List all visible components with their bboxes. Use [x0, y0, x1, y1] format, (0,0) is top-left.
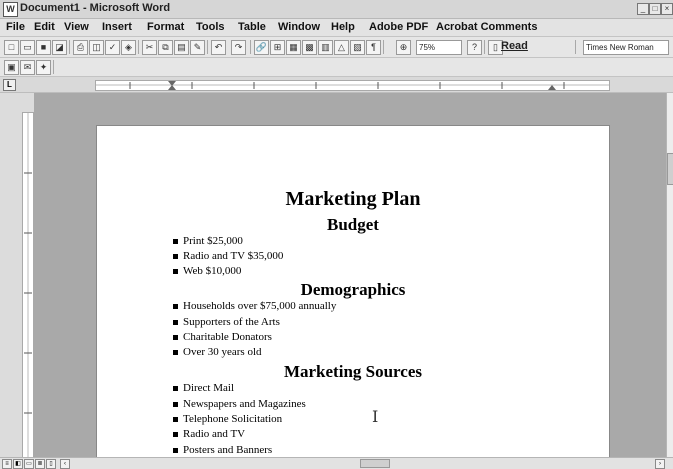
bullet-icon: [173, 303, 178, 309]
format-painter-icon[interactable]: ✎: [190, 40, 205, 55]
text-cursor-icon: I: [372, 407, 379, 426]
list-item: Radio and TV: [173, 428, 245, 440]
list-item: Households over $75,000 annually: [173, 300, 336, 312]
standard-toolbar: □ ▭ ■ ◪ ⎙ ◫ ✓ ◈ ✂ ⧉ ▤ ✎ ↶ ↷ 🔗 ⊞ ▦ ▩ ▥ △ …: [0, 37, 673, 58]
convert-and-review-icon[interactable]: ✦: [36, 60, 51, 75]
menu-adobe-pdf[interactable]: Adobe PDF: [369, 21, 428, 33]
columns-icon[interactable]: ▥: [318, 40, 333, 55]
toolbar-separator: [383, 40, 384, 54]
font-name-select[interactable]: Times New Roman: [583, 40, 669, 55]
toolbar-separator: [575, 40, 576, 54]
horizontal-ruler[interactable]: [95, 80, 610, 91]
list-item: Radio and TV $35,000: [173, 250, 283, 262]
vertical-scroll-thumb[interactable]: [667, 153, 673, 185]
bullet-icon: [173, 431, 178, 437]
menu-insert[interactable]: Insert: [102, 21, 132, 33]
window-title: Document1 - Microsoft Word: [20, 2, 171, 14]
toolbar-separator: [250, 40, 251, 54]
acrobat-toolbar: ▣ ✉ ✦: [0, 58, 673, 77]
save-disk-icon[interactable]: ■: [36, 40, 51, 55]
vertical-scrollbar[interactable]: [666, 93, 673, 457]
toolbar-separator: [207, 40, 208, 54]
toolbar-separator: [69, 40, 70, 54]
menu-file[interactable]: File: [6, 21, 25, 33]
permission-icon[interactable]: ◪: [52, 40, 67, 55]
horizontal-scroll-thumb[interactable]: [360, 459, 390, 468]
bullet-icon: [173, 253, 178, 259]
ruler-ticks: [96, 81, 609, 90]
list-item: Over 30 years old: [173, 346, 262, 358]
document-title: Marketing Plan: [285, 188, 421, 210]
tab-selector[interactable]: L: [3, 79, 16, 91]
list-item: Web $10,000: [173, 265, 241, 277]
spelling-icon[interactable]: ✓: [105, 40, 120, 55]
list-item: Telephone Solicitation: [173, 413, 282, 425]
bullet-icon: [173, 416, 178, 422]
hyperlink-icon[interactable]: 🔗: [254, 40, 269, 55]
excel-worksheet-icon[interactable]: ▩: [302, 40, 317, 55]
bullet-icon: [173, 349, 178, 355]
menu-window[interactable]: Window: [278, 21, 320, 33]
menu-bar: File Edit View Insert Format Tools Table…: [0, 19, 673, 37]
drawing-icon[interactable]: △: [334, 40, 349, 55]
section-heading-budget: Budget: [327, 215, 379, 234]
word-doc-icon[interactable]: W: [3, 2, 18, 17]
cut-icon[interactable]: ✂: [142, 40, 157, 55]
toolbar-separator: [53, 60, 54, 74]
menu-tools[interactable]: Tools: [196, 21, 225, 33]
print-icon[interactable]: ⎙: [73, 40, 88, 55]
toolbar-separator: [138, 40, 139, 54]
list-item: Charitable Donators: [173, 331, 272, 343]
section-heading-marketing-sources: Marketing Sources: [283, 362, 423, 381]
maximize-button[interactable]: □: [649, 3, 661, 15]
menu-edit[interactable]: Edit: [34, 21, 55, 33]
bullet-icon: [173, 334, 178, 340]
list-item: Print $25,000: [173, 235, 243, 247]
document-page[interactable]: Marketing Plan Budget Print $25,000 Radi…: [96, 125, 610, 467]
show-hide-icon[interactable]: ¶: [366, 40, 381, 55]
bullet-icon: [173, 268, 178, 274]
convert-to-pdf-icon[interactable]: ▣: [4, 60, 19, 75]
vertical-ruler[interactable]: [22, 112, 34, 459]
list-item: Direct Mail: [173, 382, 234, 394]
tables-borders-icon[interactable]: ⊞: [270, 40, 285, 55]
bullet-icon: [173, 385, 178, 391]
toolbar-separator: [484, 40, 485, 54]
menu-table[interactable]: Table: [238, 21, 266, 33]
redo-icon[interactable]: ↷: [231, 40, 246, 55]
copy-icon[interactable]: ⧉: [158, 40, 173, 55]
horizontal-scrollbar[interactable]: ≡ ◧ ▭ ≣ ▯ ‹ ›: [0, 457, 673, 469]
menu-help[interactable]: Help: [331, 21, 355, 33]
title-bar: W Document1 - Microsoft Word _ □ ×: [0, 0, 673, 19]
list-item: Posters and Banners: [173, 444, 272, 456]
menu-view[interactable]: View: [64, 21, 89, 33]
read-button[interactable]: Read: [501, 40, 528, 52]
minimize-button[interactable]: _: [637, 3, 649, 15]
bullet-icon: [173, 319, 178, 325]
insert-table-icon[interactable]: ▦: [286, 40, 301, 55]
close-button[interactable]: ×: [661, 3, 673, 15]
research-icon[interactable]: ◈: [121, 40, 136, 55]
vertical-ruler-ticks: [24, 113, 32, 458]
menu-format[interactable]: Format: [147, 21, 184, 33]
document-content: Marketing Plan Budget Print $25,000 Radi…: [97, 126, 609, 466]
bullet-icon: [173, 238, 178, 244]
document-map-icon[interactable]: ▧: [350, 40, 365, 55]
help-icon[interactable]: ?: [467, 40, 482, 55]
list-item: Supporters of the Arts: [173, 316, 280, 328]
zoom-icon[interactable]: ⊕: [396, 40, 411, 55]
zoom-select[interactable]: 75%: [416, 40, 462, 55]
open-folder-icon[interactable]: ▭: [20, 40, 35, 55]
bullet-icon: [173, 447, 178, 453]
print-preview-icon[interactable]: ◫: [89, 40, 104, 55]
section-heading-demographics: Demographics: [300, 280, 406, 299]
convert-and-email-icon[interactable]: ✉: [20, 60, 35, 75]
list-item: Newspapers and Magazines: [173, 398, 306, 410]
ruler-bar: L: [0, 77, 673, 93]
paste-icon[interactable]: ▤: [174, 40, 189, 55]
undo-icon[interactable]: ↶: [211, 40, 226, 55]
new-document-icon[interactable]: □: [4, 40, 19, 55]
menu-acrobat-comments[interactable]: Acrobat Comments: [436, 21, 537, 33]
bullet-icon: [173, 401, 178, 407]
